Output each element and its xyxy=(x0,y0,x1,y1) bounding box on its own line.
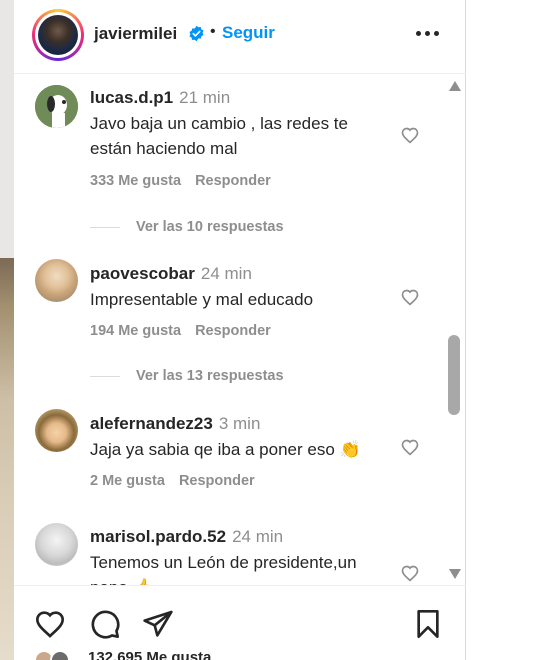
verified-badge-icon xyxy=(189,25,204,42)
commenter-username[interactable]: alefernandez23 xyxy=(90,414,213,433)
comment-likes[interactable]: 333 Me gusta xyxy=(90,173,181,189)
comment-likes[interactable]: 2 Me gusta xyxy=(90,473,165,489)
share-icon[interactable] xyxy=(142,608,174,640)
commenter-username[interactable]: lucas.d.p1 xyxy=(90,88,173,107)
scroll-down-arrow-icon[interactable] xyxy=(448,568,462,580)
separator-dot: • xyxy=(210,23,216,40)
view-replies-label: Ver las 10 respuestas xyxy=(136,219,284,235)
author-photo xyxy=(38,15,78,55)
background-right xyxy=(467,0,558,660)
comment-text: Javo baja un cambio , las redes te están… xyxy=(90,114,348,158)
comment-icon[interactable] xyxy=(89,608,121,640)
commenter-username[interactable]: marisol.pardo.52 xyxy=(90,527,226,546)
snoopy-avatar-icon xyxy=(35,85,78,128)
commenter-avatar[interactable] xyxy=(35,523,78,566)
view-replies-button[interactable]: Ver las 13 respuestas xyxy=(90,368,284,384)
commenter-avatar[interactable] xyxy=(35,85,78,128)
background-photo-edge xyxy=(0,258,14,660)
reply-button[interactable]: Responder xyxy=(195,323,271,339)
reply-button[interactable]: Responder xyxy=(179,473,255,489)
scrollbar-thumb[interactable] xyxy=(448,335,460,415)
heart-icon[interactable] xyxy=(400,563,420,582)
heart-icon[interactable] xyxy=(400,437,420,456)
reply-button[interactable]: Responder xyxy=(195,173,271,189)
author-username[interactable]: javiermilei xyxy=(94,24,177,44)
bookmark-icon[interactable] xyxy=(412,608,444,640)
post-actions-bar xyxy=(14,585,466,660)
comments-list[interactable]: lucas.d.p1 21 min Javo baja un cambio , l… xyxy=(14,75,466,585)
comment-time: 3 min xyxy=(218,414,261,433)
more-options-icon[interactable] xyxy=(416,30,440,38)
background-left xyxy=(0,0,14,660)
heart-icon[interactable] xyxy=(400,125,420,144)
post-panel: javiermilei • Seguir lucas.d.p1 21 min J… xyxy=(14,0,466,660)
commenter-username[interactable]: paovescobar xyxy=(90,264,195,283)
comment-time: 21 min xyxy=(179,88,231,107)
scroll-up-arrow-icon[interactable] xyxy=(448,80,462,92)
comment-text: Tenemos un León de presidente,un papa 👍 xyxy=(90,553,357,585)
follow-button[interactable]: Seguir xyxy=(222,23,275,43)
post-likes-count[interactable]: 132.695 Me gusta xyxy=(88,649,211,660)
author-avatar[interactable] xyxy=(32,9,84,61)
comment-time: 24 min xyxy=(200,264,252,283)
comment-likes[interactable]: 194 Me gusta xyxy=(90,323,181,339)
view-replies-label: Ver las 13 respuestas xyxy=(136,368,284,384)
heart-icon[interactable] xyxy=(34,608,66,640)
view-replies-button[interactable]: Ver las 10 respuestas xyxy=(90,219,284,235)
comment-text: Impresentable y mal educado xyxy=(90,290,314,309)
comment-time: 24 min xyxy=(232,527,284,546)
post-header: javiermilei • Seguir xyxy=(14,0,466,74)
commenter-avatar[interactable] xyxy=(35,259,78,302)
commenter-avatar[interactable] xyxy=(35,409,78,452)
heart-icon[interactable] xyxy=(400,287,420,306)
comment-text: Jaja ya sabia qe iba a poner eso 👏 xyxy=(90,440,361,459)
